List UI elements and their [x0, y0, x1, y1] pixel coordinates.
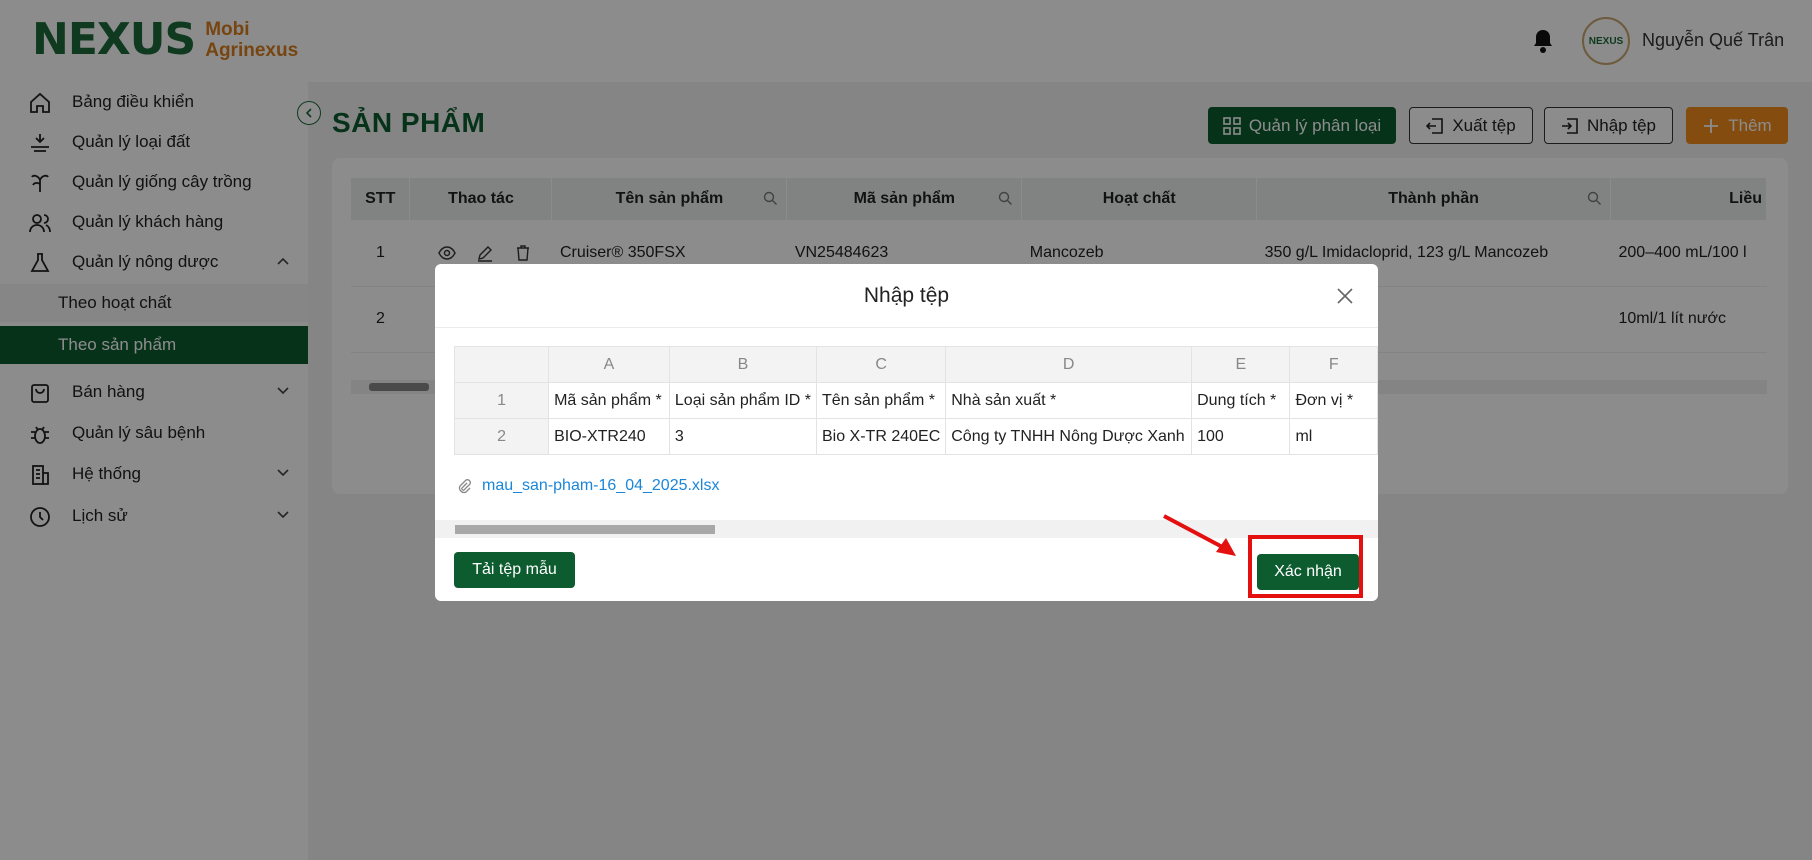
sheet-column-letter: A: [548, 346, 670, 383]
sheet-cell: Loại sản phẩm ID *: [668, 382, 817, 419]
modal-title: Nhập tệp: [863, 284, 950, 307]
close-icon[interactable]: [1335, 286, 1355, 306]
download-template-button[interactable]: Tải tệp mẫu: [454, 552, 575, 588]
scrollbar-thumb[interactable]: [455, 525, 715, 534]
sheet-column-letter: E: [1191, 346, 1291, 383]
sheet-cell: 3: [668, 418, 817, 455]
arrow-icon: [1163, 514, 1236, 556]
sheet-cell: Bio X-TR 240EC: [815, 418, 947, 455]
sheet-column-letter: B: [668, 346, 817, 383]
sheet-cell: Mã sản phẩm *: [548, 382, 670, 419]
sheet-cell: Đơn vị *: [1289, 382, 1378, 419]
sheet-column-letter: F: [1289, 346, 1378, 383]
sheet-cell: ml: [1289, 418, 1378, 455]
sheet-row-number: 1: [453, 382, 550, 419]
highlight-box: [1248, 535, 1363, 598]
sheet-cell: Dung tích *: [1191, 382, 1291, 419]
sheet-cell: Công ty TNHH Nông Dược Xanh: [945, 418, 1193, 455]
sheet-row: 1 Mã sản phẩm * Loại sản phẩm ID * Tên s…: [453, 382, 1378, 419]
sheet-row: 2 BIO-XTR240 3 Bio X-TR 240EC Công ty TN…: [453, 418, 1378, 455]
sheet-column-letter: C: [815, 346, 947, 383]
sheet-corner: [453, 346, 550, 383]
sheet-row-number: 2: [453, 418, 550, 455]
sheet-cell: Tên sản phẩm *: [815, 382, 947, 419]
paperclip-icon: [458, 479, 471, 494]
uploaded-file-link[interactable]: mau_san-pham-16_04_2025.xlsx: [456, 477, 719, 495]
sheet-cell: Nhà sản xuất *: [945, 382, 1193, 419]
sheet-cell: BIO-XTR240: [548, 418, 670, 455]
sheet-column-letter: D: [945, 346, 1193, 383]
spreadsheet-preview: A B C D E F 1 Mã sản phẩm * Loại sản phẩ…: [453, 346, 1378, 455]
sheet-cell: 100: [1191, 418, 1291, 455]
divider: [435, 327, 1378, 328]
